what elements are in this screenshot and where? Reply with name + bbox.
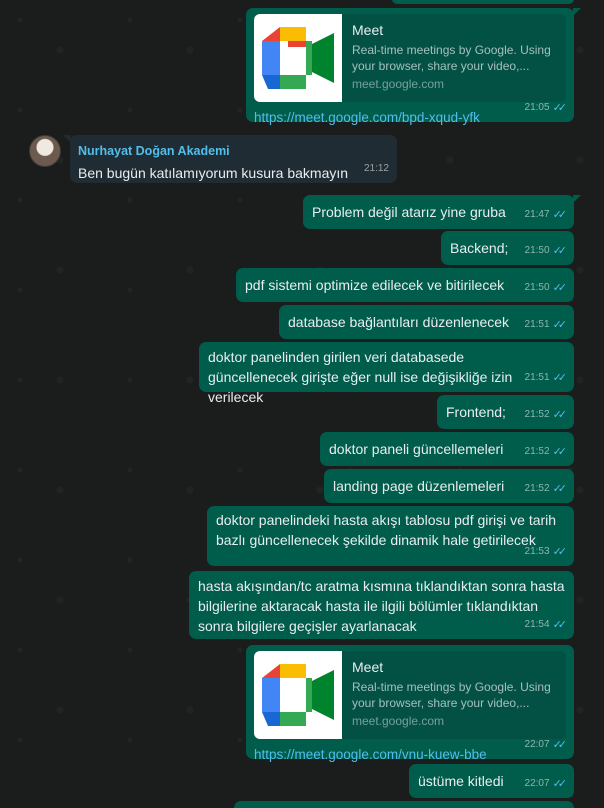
outgoing-message[interactable]: üstüme kitledi 22:07 ✓✓ (409, 764, 574, 798)
message-text: Ben bugün katılamıyorum kusura bakmayın (78, 165, 349, 181)
double-check-icon: ✓✓ (552, 778, 568, 790)
message-meta: 21:52 ✓✓ (524, 405, 568, 425)
message-meta: 21:54 ✓✓ (524, 615, 568, 635)
message-time: 21:12 (363, 163, 389, 174)
outgoing-message[interactable]: doktor panelindeki hasta akışı tablosu p… (207, 506, 574, 566)
link-preview-card[interactable]: Meet Real-time meetings by Google. Using… (254, 14, 566, 102)
message-text: database bağlantıları düzenlenecek (288, 314, 510, 330)
google-meet-logo-icon (254, 651, 342, 739)
outgoing-message[interactable]: doktor panelinden girilen veri databased… (199, 342, 574, 405)
outgoing-message[interactable]: database bağlantıları düzenlenecek 21:51… (279, 305, 574, 339)
link-preview-card[interactable]: Meet Real-time meetings by Google. Using… (254, 651, 566, 739)
double-check-icon: ✓✓ (552, 102, 568, 114)
message-bubble-partial[interactable] (392, 0, 574, 4)
outgoing-message[interactable]: Backend; 21:50 ✓✓ (441, 231, 574, 265)
double-check-icon: ✓✓ (552, 372, 568, 384)
message-text: hasta akışından/tc aratma kısmına tıklan… (198, 578, 565, 634)
double-check-icon: ✓✓ (552, 546, 568, 558)
message-time: 22:07 (524, 778, 550, 789)
message-time: 21:52 (524, 409, 550, 420)
message-link-preview[interactable]: Meet Real-time meetings by Google. Using… (246, 8, 581, 125)
message-time: 22:07 (524, 739, 550, 750)
message-meta: 21:52 ✓✓ (524, 479, 568, 499)
sender-name[interactable]: Nurhayat Doğan Akademi (78, 141, 389, 161)
outgoing-message[interactable]: doktor paneli güncellemeleri 21:52 ✓✓ (320, 432, 574, 466)
message-meta: 21:50 ✓✓ (524, 278, 568, 298)
outgoing-message[interactable]: hasta akışından/tc aratma kısmına tıklan… (189, 571, 574, 639)
message-time: 21:51 (524, 372, 550, 383)
link-preview-description: Real-time meetings by Google. Using your… (352, 680, 551, 710)
link-preview-domain: meet.google.com (352, 714, 445, 728)
scrollbar[interactable] (600, 0, 604, 808)
outgoing-message[interactable]: pdf sistemi optimize edilecek ve bitiril… (236, 268, 574, 302)
message-time: 21:52 (524, 446, 550, 457)
message-bubble-partial[interactable] (234, 801, 574, 808)
message-meta: 21:53 ✓✓ (524, 542, 568, 562)
message-meta: 21:47 ✓✓ (524, 205, 568, 225)
link-preview-title: Meet (352, 22, 384, 38)
message-meta: 22:07 ✓✓ (524, 774, 568, 794)
message-time: 21:51 (524, 319, 550, 330)
message-text: pdf sistemi optimize edilecek ve bitiril… (245, 277, 505, 293)
message-time: 21:50 (524, 282, 550, 293)
message-time: 21:54 (524, 619, 550, 630)
message-meta: 21:51 ✓✓ (524, 368, 568, 388)
outgoing-message[interactable]: Problem değil atarız yine gruba 21:47 ✓✓ (303, 195, 581, 229)
double-check-icon: ✓✓ (552, 446, 568, 458)
message-time: 21:52 (524, 483, 550, 494)
double-check-icon: ✓✓ (552, 282, 568, 294)
message-meta: 21:51 ✓✓ (524, 315, 568, 335)
message-meta: 22:07 ✓✓ (524, 735, 568, 755)
outgoing-message[interactable]: Frontend; 21:52 ✓✓ (437, 395, 574, 429)
link-preview-domain: meet.google.com (352, 77, 445, 91)
message-link[interactable]: https://meet.google.com/bpd-xqud-yfk (254, 108, 566, 128)
link-preview-description: Real-time meetings by Google. Using your… (352, 43, 551, 73)
message-text: doktor panelindeki hasta akışı tablosu p… (216, 512, 557, 548)
double-check-icon: ✓✓ (552, 619, 568, 631)
message-time: 21:47 (524, 209, 550, 220)
message-link[interactable]: https://meet.google.com/vnu-kuew-bbe (254, 745, 566, 765)
message-time: 21:50 (524, 245, 550, 256)
link-preview-title: Meet (352, 659, 384, 675)
message-meta: 21:05 ✓✓ (524, 98, 568, 118)
message-meta: 21:50 ✓✓ (524, 241, 568, 261)
message-meta: 21:12 (364, 159, 389, 179)
double-check-icon: ✓✓ (552, 739, 568, 751)
avatar[interactable] (29, 135, 61, 167)
outgoing-message[interactable]: landing page düzenlemeleri 21:52 ✓✓ (324, 469, 574, 503)
double-check-icon: ✓✓ (552, 319, 568, 331)
message-time: 21:53 (524, 546, 550, 557)
message-time: 21:05 (524, 102, 550, 113)
double-check-icon: ✓✓ (552, 483, 568, 495)
google-meet-logo-icon (254, 14, 342, 102)
incoming-message[interactable]: Nurhayat Doğan Akademi Ben bugün katılam… (63, 135, 397, 183)
double-check-icon: ✓✓ (552, 409, 568, 421)
message-meta: 21:52 ✓✓ (524, 442, 568, 462)
double-check-icon: ✓✓ (552, 209, 568, 221)
double-check-icon: ✓✓ (552, 245, 568, 257)
chat-area: Meet Real-time meetings by Google. Using… (0, 0, 604, 808)
message-link-preview[interactable]: Meet Real-time meetings by Google. Using… (246, 645, 574, 762)
